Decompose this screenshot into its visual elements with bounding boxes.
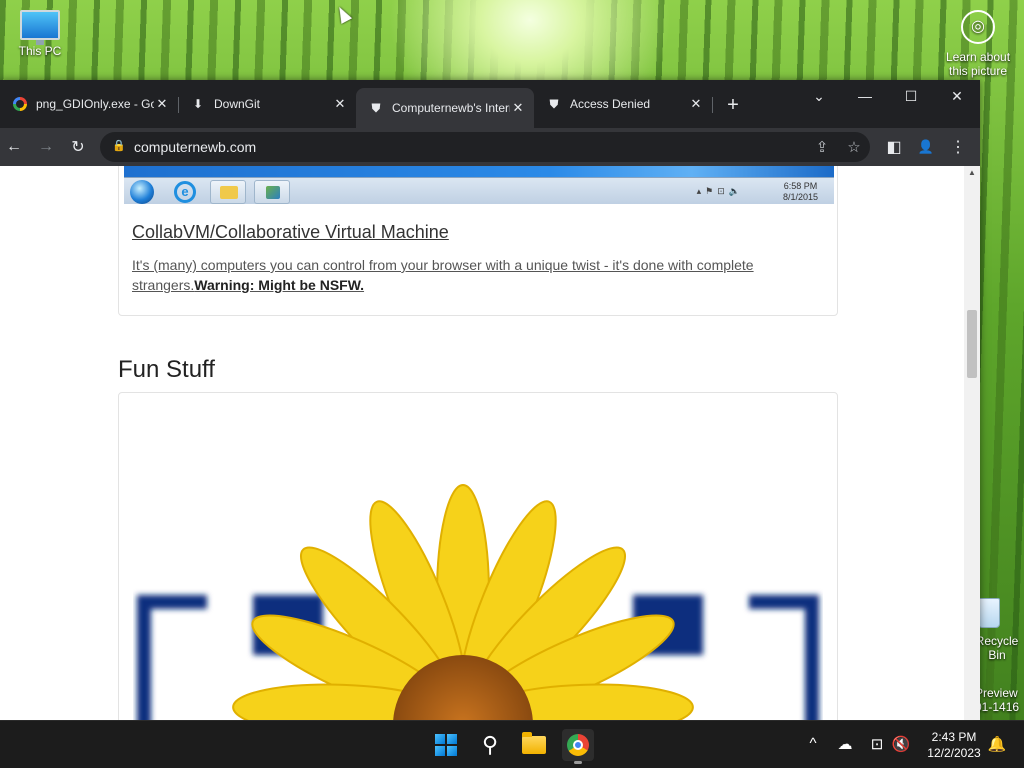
nsfw-warning: Warning: Might be NSFW. [194, 277, 365, 293]
chrome-icon [567, 734, 589, 756]
recycle-bin-icon [978, 598, 1000, 628]
tab-title: Access Denied [570, 97, 651, 111]
scroll-up-arrow-icon[interactable]: ▲ [968, 168, 976, 177]
network-icon[interactable]: ⊡ [866, 735, 888, 753]
folder-icon [522, 732, 546, 754]
tab-title: png_GDIOnly.exe - Google [36, 97, 154, 111]
tab-strip: png_GDIOnly.exe - Google ✕ ⬇ DownGit ✕ ⛊… [0, 80, 980, 128]
chrome-taskbar-button[interactable] [562, 729, 594, 764]
computernewb-icon: ⛊ [371, 100, 381, 115]
search-button[interactable]: ⚲ [474, 729, 506, 761]
tab-png-gdionly[interactable]: png_GDIOnly.exe - Google ✕ [0, 88, 178, 120]
clock-time: 2:43 PM [931, 730, 977, 744]
tray-overflow-chevron-icon[interactable]: ^ [802, 735, 824, 752]
address-bar[interactable]: 🔒 computernewb.com ⇪ ☆ [100, 132, 870, 162]
internet-explorer-icon: e [174, 181, 196, 203]
volume-muted-icon[interactable]: 🔇 [890, 735, 912, 753]
sunflower-logo-image[interactable] [133, 475, 823, 720]
close-window-button[interactable]: ✕ [934, 80, 980, 112]
page-scrollbar[interactable]: ▲ [964, 166, 980, 720]
card-title[interactable]: CollabVM/Collaborative Virtual Machine [132, 222, 449, 243]
search-icon: ⚲ [481, 732, 499, 757]
windows-taskbar: ⚲ ^ ☁ ⊡ 🔇 2:43 PM 12/2/2023 🔔 [0, 720, 1024, 768]
onedrive-icon[interactable]: ☁ [834, 735, 856, 753]
taskbar-clock[interactable]: 2:43 PM 12/2/2023 [924, 729, 984, 761]
project-card-collabvm: e ▴⚑⊡🔈 6:58 PM 8/1/2015 CollabVM/Collabo… [118, 166, 838, 316]
watermark-line: Preview [975, 686, 1018, 700]
desktop-icon-label: Learn about this picture [945, 50, 1011, 78]
browser-toolbar: ← → ↻ 🔒 computernewb.com ⇪ ☆ ◧ 👤 ⋮ [0, 128, 980, 166]
windows7-taskbar: e ▴⚑⊡🔈 6:58 PM 8/1/2015 [124, 177, 834, 204]
desktop-icon-label: This PC [18, 44, 62, 58]
close-icon[interactable]: ✕ [332, 96, 348, 112]
fun-stuff-card [118, 392, 838, 720]
tab-title: Computernewb's Internet [392, 101, 510, 115]
tab-computernewb[interactable]: ⛊ Computernewb's Internet ✕ [356, 88, 534, 128]
page-viewport: e ▴⚑⊡🔈 6:58 PM 8/1/2015 CollabVM/Collabo… [0, 166, 980, 720]
side-panel-button[interactable]: ◧ [882, 135, 906, 159]
maximize-button[interactable]: ☐ [888, 80, 934, 112]
camera-icon: ◎ [961, 10, 995, 44]
tab-separator [712, 97, 713, 113]
desktop-icon-learn-about-picture[interactable]: ◎ Learn about this picture [938, 10, 1018, 78]
profile-button[interactable]: 👤 [914, 135, 938, 159]
menu-button[interactable]: ⋮ [946, 135, 970, 159]
card-description[interactable]: It's (many) computers you can control fr… [132, 255, 822, 295]
google-icon [12, 96, 28, 112]
windows-logo-icon [435, 734, 457, 756]
desktop-watermark: Preview 01-1416 [975, 686, 1019, 714]
url-text[interactable]: computernewb.com [134, 139, 256, 155]
browser-window: png_GDIOnly.exe - Google ✕ ⬇ DownGit ✕ ⛊… [0, 80, 980, 720]
embedded-clock-time: 6:58 PM [783, 181, 818, 191]
share-icon[interactable]: ⇪ [812, 138, 832, 156]
tab-search-button[interactable]: ⌄ [796, 80, 842, 112]
tab-title: DownGit [214, 97, 261, 111]
lock-icon[interactable]: 🔒 [112, 139, 126, 155]
tab-downgit[interactable]: ⬇ DownGit ✕ [178, 88, 356, 120]
reload-button[interactable]: ↻ [66, 135, 90, 159]
embedded-clock-date: 8/1/2015 [782, 192, 818, 202]
minimize-button[interactable]: — [842, 80, 888, 112]
tab-access-denied[interactable]: ⛊ Access Denied ✕ [534, 88, 712, 120]
close-icon[interactable]: ✕ [510, 100, 526, 116]
download-icon: ⬇ [192, 97, 204, 111]
clock-date: 12/2/2023 [927, 746, 981, 760]
back-button[interactable]: ← [2, 135, 26, 159]
collabvm-screenshot[interactable]: e ▴⚑⊡🔈 6:58 PM 8/1/2015 [124, 166, 834, 204]
notifications-bell-icon[interactable]: 🔔 [986, 735, 1008, 753]
forward-button[interactable]: → [34, 135, 58, 159]
this-pc-icon [20, 10, 60, 45]
watermark-line: 01-1416 [975, 700, 1020, 714]
desktop-icon-this-pc[interactable]: This PC [12, 10, 68, 58]
scroll-thumb[interactable] [967, 310, 977, 378]
computernewb-icon: ⛊ [549, 96, 559, 111]
app-icon [254, 180, 290, 204]
tray-icons: ▴⚑⊡🔈 [696, 186, 744, 196]
embedded-clock: 6:58 PM 8/1/2015 [783, 181, 818, 203]
bookmark-star-icon[interactable]: ☆ [844, 138, 864, 156]
new-tab-button[interactable]: + [722, 94, 744, 117]
desktop-icon-label: Recycle Bin [975, 634, 1019, 662]
windows-orb-icon [130, 180, 154, 204]
close-icon[interactable]: ✕ [688, 96, 704, 112]
close-icon[interactable]: ✕ [154, 96, 170, 112]
section-heading-fun-stuff: Fun Stuff [118, 356, 215, 383]
folder-icon [210, 180, 246, 204]
file-explorer-button[interactable] [518, 729, 550, 761]
start-button[interactable] [430, 729, 462, 761]
